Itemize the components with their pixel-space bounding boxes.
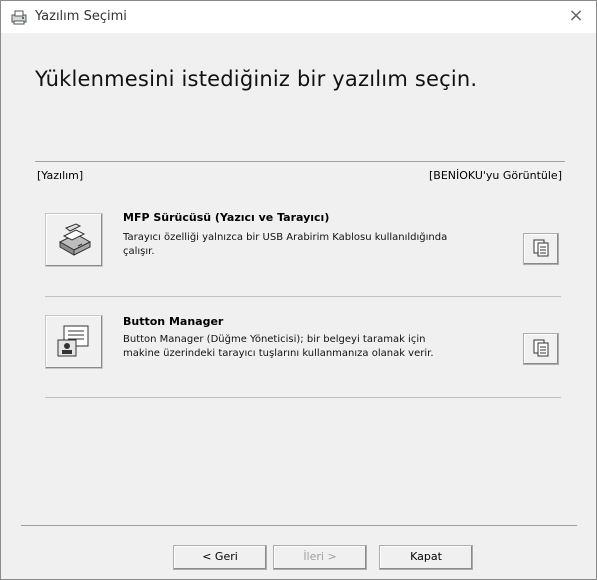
button-manager-icon	[57, 325, 89, 357]
section-divider-top	[35, 161, 565, 162]
close-button[interactable]: Kapat	[379, 545, 473, 570]
next-button[interactable]: İleri >	[273, 545, 367, 570]
item-divider-1	[45, 296, 561, 297]
software-selection-window: Yazılım Seçimi × Yüklenmesini istediğini…	[0, 0, 597, 580]
app-icon	[11, 9, 29, 25]
footer-divider	[21, 525, 577, 526]
button-manager-desc-line1: Button Manager (Düğme Yöneticisi); bir b…	[123, 334, 426, 345]
close-icon[interactable]: ×	[566, 6, 586, 26]
mfp-driver-readme-button[interactable]	[523, 233, 559, 265]
document-icon	[533, 339, 549, 357]
mfp-driver-desc-line2: çalışır.	[123, 246, 155, 257]
window-title: Yazılım Seçimi	[35, 9, 127, 24]
install-mfp-driver-button[interactable]	[45, 213, 103, 267]
item-divider-2	[45, 397, 561, 398]
install-button-manager-button[interactable]	[45, 315, 103, 369]
button-manager-readme-button[interactable]	[523, 333, 559, 365]
document-icon	[533, 239, 549, 257]
printer-scanner-icon	[58, 223, 92, 256]
back-button[interactable]: < Geri	[173, 545, 267, 570]
button-manager-title: Button Manager	[123, 315, 224, 328]
software-section-label: [Yazılım]	[37, 169, 84, 182]
title-bar: Yazılım Seçimi ×	[1, 1, 596, 33]
page-heading: Yüklenmesini istediğiniz bir yazılım seç…	[35, 67, 478, 91]
view-readme-label: [BENİOKU'yu Görüntüle]	[428, 169, 562, 182]
mfp-driver-title: MFP Sürücüsü (Yazıcı ve Tarayıcı)	[123, 211, 330, 224]
mfp-driver-desc-line1: Tarayıcı özelliği yalnızca bir USB Arabi…	[123, 232, 448, 243]
button-manager-desc-line2: makine üzerindeki tarayıcı tuşlarını kul…	[123, 348, 434, 359]
dialog-body: Yüklenmesini istediğiniz bir yazılım seç…	[1, 33, 596, 579]
